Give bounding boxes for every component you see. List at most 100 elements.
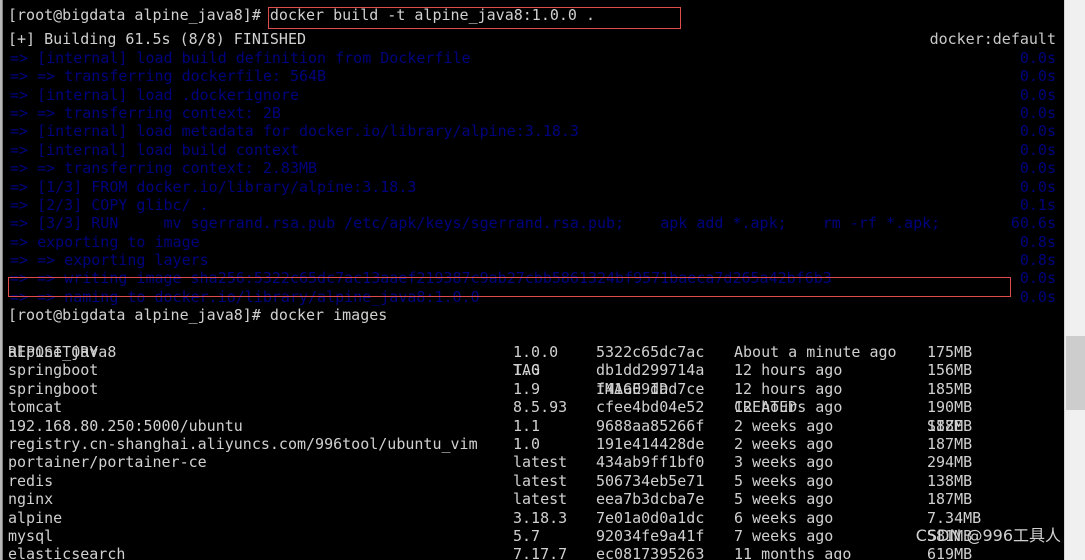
cell-repository: elasticsearch	[8, 545, 126, 560]
cell-tag: 8.5.93	[513, 398, 568, 417]
shell-prompt-2: [root@bigdata alpine_java8]#	[8, 306, 270, 325]
cell-tag: 3.18.3	[513, 508, 568, 527]
cell-repository: redis	[8, 471, 54, 490]
build-step-line: => => transferring context: 2B 0.0s	[10, 104, 1064, 122]
build-step-line: => [internal] load metadata for docker.i…	[10, 122, 1064, 140]
builder-context: docker:default	[929, 30, 1056, 49]
cell-image-id: 191e414428de	[596, 434, 705, 453]
build-status-text: [+] Building 61.5s (8/8) FINISHED	[8, 30, 307, 49]
cell-tag: latest	[513, 453, 568, 472]
cell-size: 294MB	[927, 453, 973, 472]
cell-repository: nginx	[8, 490, 54, 509]
cell-created: 3 weeks ago	[734, 453, 834, 472]
build-step-duration: 0.0s	[1019, 269, 1056, 288]
cell-repository: alpine	[8, 508, 63, 527]
cell-tag: 1.9	[513, 379, 541, 398]
table-row: springboot 1.0 db1dd299714a 12 hours ago 156…	[8, 361, 1064, 379]
shell-prompt: [root@bigdata alpine_java8]#	[8, 6, 270, 24]
cell-repository: portainer/portainer-ce	[8, 453, 207, 472]
cell-tag: latest	[513, 490, 568, 509]
build-step-line: => [internal] load build definition from…	[10, 49, 1064, 67]
build-step-duration: 0.0s	[1019, 48, 1056, 67]
images-table-body: alpine_java8 1.0.0 5322c65dc7ac About a min…	[8, 343, 1064, 560]
build-step-text: => [3/3] RUN mv sgerrand.rsa.pub /etc/ap…	[10, 214, 941, 233]
scrollbar-track[interactable]	[1064, 0, 1085, 560]
build-step-text: => => transferring context: 2B	[10, 103, 281, 122]
build-step-line: => => naming to docker.io/library/alpine…	[10, 288, 1064, 306]
build-step-duration: 0.0s	[1019, 103, 1056, 122]
build-step-line: => [2/3] COPY glibc/ . 0.1s	[10, 196, 1064, 214]
build-step-duration: 0.0s	[1019, 159, 1056, 178]
cell-tag: 1.0	[513, 361, 541, 380]
build-step-line: => => transferring context: 2.83MB 0.0s	[10, 159, 1064, 177]
cell-tag: 5.7	[513, 526, 541, 545]
cell-repository: registry.cn-shanghai.aliyuncs.com/996too…	[8, 434, 478, 453]
build-step-duration: 0.0s	[1019, 85, 1056, 104]
cell-created: 12 hours ago	[734, 379, 843, 398]
build-step-line: => => writing image sha256:5322c65dc7ac1…	[10, 269, 1064, 287]
cell-image-id: f41a09dad7ce	[596, 379, 705, 398]
build-step-text: => [1/3] FROM docker.io/library/alpine:3…	[10, 177, 417, 196]
cell-repository: springboot	[8, 361, 99, 380]
cell-size: 188MB	[927, 416, 973, 435]
table-row: nginx latest eea7b3dcba7e 5 weeks ago 187MB	[8, 490, 1064, 508]
cell-repository: 192.168.80.250:5000/ubuntu	[8, 416, 243, 435]
cell-image-id: 506734eb5e71	[596, 471, 705, 490]
cell-tag: latest	[513, 471, 568, 490]
cell-tag: 7.17.7	[513, 545, 568, 560]
build-step-duration: 0.8s	[1019, 251, 1056, 270]
build-command-text: docker build -t alpine_java8:1.0.0 .	[269, 6, 596, 24]
build-step-duration: 0.0s	[1019, 122, 1056, 141]
cell-size: 185MB	[927, 379, 973, 398]
build-step-duration: 0.0s	[1019, 140, 1056, 159]
build-step-line: => => transferring dockerfile: 564B 0.0s	[10, 67, 1064, 85]
table-row: springboot 1.9 f41a09dad7ce 12 hours ago 185…	[8, 380, 1064, 398]
cell-size: 187MB	[927, 490, 973, 509]
images-table-header: REPOSITORY TAG IMAGE ID CREATED SIZE	[8, 325, 1064, 435]
cell-size: 156MB	[927, 361, 973, 380]
build-step-text: => => transferring dockerfile: 564B	[10, 67, 327, 86]
cell-created: 11 months ago	[734, 545, 852, 560]
build-step-text: => [internal] load metadata for docker.i…	[10, 122, 579, 141]
terminal-screen[interactable]: [root@bigdata alpine_java8]# docker buil…	[8, 0, 1064, 560]
table-row: alpine_java8 1.0.0 5322c65dc7ac About a min…	[8, 343, 1064, 361]
cell-repository: springboot	[8, 379, 99, 398]
cell-created: 12 hours ago	[734, 398, 843, 417]
cell-created: 2 weeks ago	[734, 434, 834, 453]
cell-tag: 1.1	[513, 416, 541, 435]
build-step-line: => [1/3] FROM docker.io/library/alpine:3…	[10, 178, 1064, 196]
cell-repository: alpine_java8	[8, 343, 117, 362]
scrollbar-thumb[interactable]	[1066, 336, 1085, 410]
cell-created: 5 weeks ago	[734, 471, 834, 490]
table-row: 192.168.80.250:5000/ubuntu 1.1 9688aa85266…	[8, 417, 1064, 435]
cell-image-id: 9688aa85266f	[596, 416, 705, 435]
build-step-line: => => exporting layers 0.8s	[10, 251, 1064, 269]
watermark-text: CSDN @996工具人	[915, 526, 1061, 545]
build-step-text: => [2/3] COPY glibc/ .	[10, 195, 209, 214]
table-row: registry.cn-shanghai.aliyuncs.com/996too…	[8, 435, 1064, 453]
build-step-line: => [internal] load build context 0.0s	[10, 141, 1064, 159]
cell-image-id: ec0817395263	[596, 545, 705, 560]
build-step-text: => => transferring context: 2.83MB	[10, 159, 318, 178]
cell-size: 138MB	[927, 471, 973, 490]
table-row: alpine 3.18.3 7e01a0d0a1dc 6 weeks ago 7.34M…	[8, 509, 1064, 527]
cell-image-id: 7e01a0d0a1dc	[596, 508, 705, 527]
table-row: elasticsearch 7.17.7 ec0817395263 11 months…	[8, 545, 1064, 560]
table-row: tomcat 8.5.93 cfee4bd04e52 12 hours ago 190M…	[8, 398, 1064, 416]
build-step-line: => [internal] load .dockerignore 0.0s	[10, 86, 1064, 104]
build-step-text: => => exporting layers	[10, 251, 209, 270]
cell-created: About a minute ago	[734, 343, 897, 362]
cell-created: 7 weeks ago	[734, 526, 834, 545]
cell-size: 190MB	[927, 398, 973, 417]
window-left-edge	[0, 0, 8, 560]
build-step-line: => exporting to image 0.8s	[10, 233, 1064, 251]
cell-image-id: db1dd299714a	[596, 361, 705, 380]
cell-size: 187MB	[927, 434, 973, 453]
build-step-duration: 0.0s	[1019, 67, 1056, 86]
command-line-build: [root@bigdata alpine_java8]# docker buil…	[8, 0, 1064, 30]
cell-created: 2 weeks ago	[734, 416, 834, 435]
cell-created: 6 weeks ago	[734, 508, 834, 527]
build-step-text: => [internal] load build context	[10, 140, 299, 159]
table-row: portainer/portainer-ce latest 434ab9ff1bf0…	[8, 453, 1064, 471]
build-step-text: => [internal] load .dockerignore	[10, 85, 299, 104]
